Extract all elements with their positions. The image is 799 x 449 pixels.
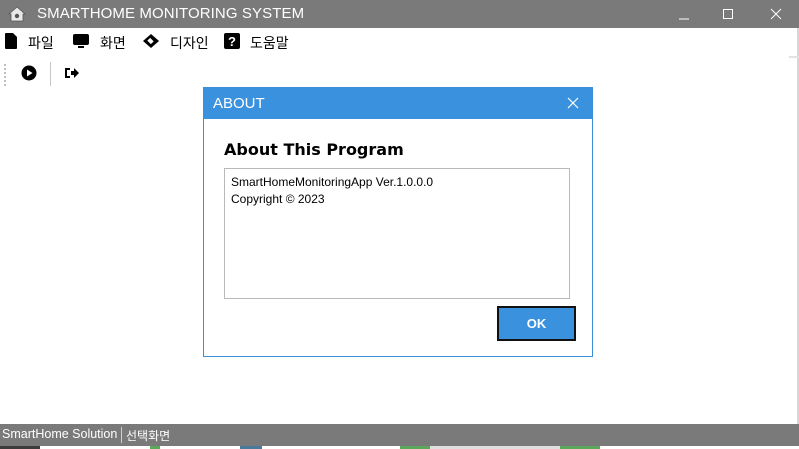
monitor-icon bbox=[72, 33, 100, 53]
house-icon bbox=[7, 6, 27, 22]
dialog-header: ABOUT bbox=[204, 88, 592, 119]
toolbar bbox=[0, 60, 799, 88]
ok-button[interactable]: OK bbox=[497, 306, 576, 341]
sign-out-icon bbox=[64, 65, 80, 85]
window-title: SMARTHOME MONITORING SYSTEM bbox=[37, 5, 305, 22]
status-solution: SmartHome Solution bbox=[2, 427, 118, 441]
menu-file[interactable]: 파일 bbox=[4, 30, 54, 56]
dialog-heading: About This Program bbox=[224, 140, 404, 159]
menu-design[interactable]: 디자인 bbox=[142, 30, 209, 56]
status-screen: 선택화면 bbox=[126, 429, 171, 443]
menu-screen-label: 화면 bbox=[100, 36, 126, 52]
play-circle-icon bbox=[21, 65, 37, 85]
toolbar-grip[interactable] bbox=[4, 64, 6, 86]
minimize-button[interactable] bbox=[661, 0, 707, 28]
close-button[interactable] bbox=[753, 0, 799, 28]
maximize-button[interactable] bbox=[705, 0, 751, 28]
start-button[interactable] bbox=[18, 64, 40, 86]
window-edge-shadow bbox=[789, 56, 799, 58]
minimize-icon bbox=[678, 5, 690, 24]
about-dialog: ABOUT About This Program SmartHomeMonito… bbox=[203, 87, 593, 357]
file-icon bbox=[4, 33, 28, 53]
copyright-text: Copyright © 2023 bbox=[231, 192, 325, 206]
title-bar: SMARTHOME MONITORING SYSTEM bbox=[0, 0, 799, 28]
status-bar: SmartHome Solution 선택화면 bbox=[0, 424, 799, 446]
menu-bar: 파일 화면 디자인 ? 도움말 bbox=[0, 30, 799, 56]
menu-help[interactable]: ? 도움말 bbox=[224, 30, 289, 56]
help-icon: ? bbox=[224, 33, 250, 53]
version-text: SmartHomeMonitoringApp Ver.1.0.0.0 bbox=[231, 175, 434, 189]
menu-file-label: 파일 bbox=[28, 36, 54, 52]
exit-button[interactable] bbox=[61, 64, 83, 86]
maximize-icon bbox=[722, 5, 734, 24]
dialog-title: ABOUT bbox=[213, 95, 265, 112]
about-textbox[interactable]: SmartHomeMonitoringApp Ver.1.0.0.0 Copyr… bbox=[224, 168, 570, 299]
menu-design-label: 디자인 bbox=[170, 36, 209, 52]
menu-help-label: 도움말 bbox=[250, 36, 289, 52]
status-separator bbox=[121, 427, 122, 443]
toolbar-separator bbox=[50, 62, 51, 86]
close-icon bbox=[567, 94, 579, 113]
dialog-close-button[interactable] bbox=[554, 88, 592, 119]
menu-screen[interactable]: 화면 bbox=[72, 30, 126, 56]
close-icon bbox=[770, 5, 782, 24]
palette-icon bbox=[142, 33, 170, 53]
svg-text:?: ? bbox=[228, 34, 236, 49]
